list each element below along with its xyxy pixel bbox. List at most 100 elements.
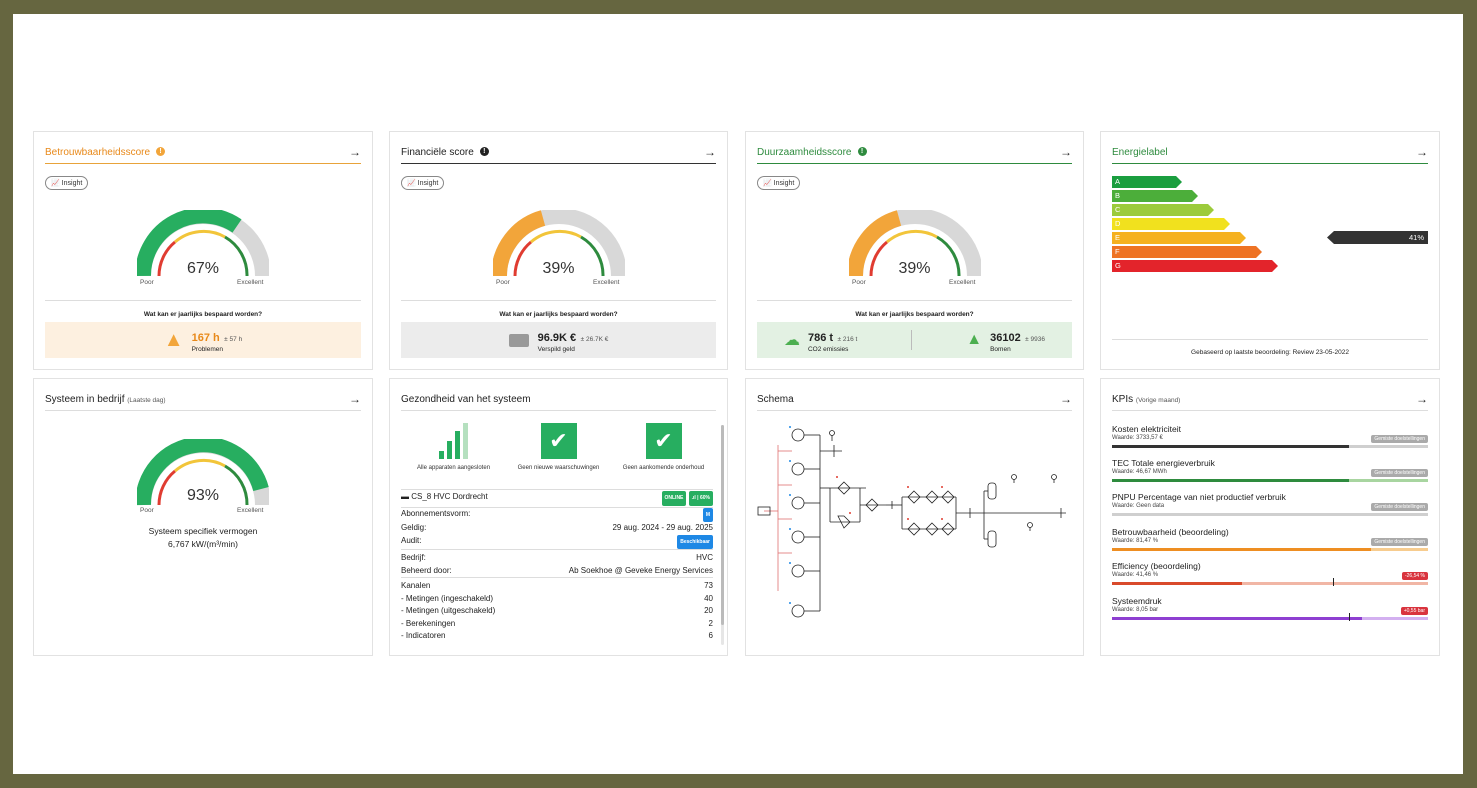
divider <box>911 330 913 350</box>
gauge-percent: 39% <box>898 260 931 277</box>
company-label: Bedrijf: <box>401 553 426 562</box>
managed-value: Ab Soekhoe @ Geveke Energy Services <box>568 565 713 575</box>
audit-badge[interactable]: Beschikbaar <box>677 534 713 549</box>
schema-title: Schema <box>757 393 794 405</box>
measurements-off-row: - Metingen (uitgeschakeld) 20 <box>401 605 713 618</box>
target-marker-icon <box>1333 578 1335 586</box>
schema-header: Schema → <box>757 388 1072 411</box>
gauge-percent: 67% <box>186 260 220 277</box>
warning-icon: ▲ <box>163 328 184 351</box>
gauge-poor-label: Poor <box>496 279 510 286</box>
arrow-right-icon[interactable]: → <box>1060 392 1072 406</box>
kpis-header: KPIs (Vorige maand) → <box>1112 388 1428 411</box>
kpis-period: (Vorige maand) <box>1135 396 1181 404</box>
calculations-label: - Berekeningen <box>401 618 456 628</box>
savings-question: Wat kan er jaarlijks bespaard worden? <box>855 311 974 318</box>
divider <box>1112 339 1428 340</box>
system-card: Systeem in bedrijf (Laatste dag) → 93% P… <box>33 378 373 656</box>
kpi-item[interactable]: Kosten elektriciteit Waarde: 3733,57 € G… <box>1112 424 1428 454</box>
check-warnings: ✔ Geen nieuwe waarschuwingen <box>509 423 609 479</box>
energy-label-a: A <box>1112 176 1182 188</box>
kpi-name: PNPU Percentage van niet productief verb… <box>1112 492 1286 502</box>
financial-title: Financiële score <box>401 146 474 158</box>
savings-box: ☁ 786 t ± 216 t CO2 emissies ▲ 36102 ± 9… <box>757 322 1072 358</box>
arrow-right-icon[interactable]: → <box>1416 392 1428 406</box>
insight-button[interactable]: 📈 Insight <box>757 176 801 190</box>
tree-icon: ▲ <box>966 331 983 348</box>
energy-label-f: F <box>1112 246 1262 258</box>
info-icon[interactable]: ! <box>156 147 166 157</box>
kpi-name: Efficiency (beoordeling) <box>1112 561 1201 571</box>
company-value: HVC <box>696 553 713 562</box>
arrow-right-icon[interactable]: → <box>349 145 361 159</box>
trees-value: 36102 <box>990 331 1021 344</box>
signal-value: 60% <box>699 495 710 501</box>
indicators-label: - Indicatoren <box>401 631 446 640</box>
energy-header: Energielabel → <box>1112 141 1428 164</box>
kpi-item[interactable]: Betrouwbaarheid (beoordeling) Waarde: 81… <box>1112 527 1428 557</box>
valid-row: Geldig: 29 aug. 2024 - 29 aug. 2025 <box>401 522 713 535</box>
savings-value: 96.9K € <box>537 331 577 344</box>
arrow-right-icon[interactable]: → <box>349 392 361 406</box>
savings-pm: ± 57 h <box>224 335 243 343</box>
check-label: Geen nieuwe waarschuwingen <box>517 465 600 471</box>
gauge-excellent-label: Excellent <box>593 279 620 286</box>
info-icon[interactable]: ! <box>479 147 489 157</box>
energy-title: Energielabel <box>1112 146 1168 158</box>
audit-label: Audit: <box>401 535 422 545</box>
co2-block: ☁ 786 t ± 216 t CO2 emissies <box>784 328 857 353</box>
kpi-fill <box>1112 582 1242 585</box>
check-label: Geen aankomende onderhoud <box>622 465 705 471</box>
kpi-item[interactable]: TEC Totale energieverbruik Waarde: 46,67… <box>1112 458 1428 488</box>
audit-row: Audit: Beschikbaar <box>401 534 713 550</box>
site-row: ▬ CS_8 HVC Dordrecht ONLINE .ıl | 60% <box>401 489 713 508</box>
kpi-track <box>1112 613 1428 621</box>
reliability-card: Betrouwbaarheidsscore! → 📈 Insight 67% P… <box>33 131 373 370</box>
arrow-right-icon[interactable]: → <box>704 145 716 159</box>
arrow-right-icon[interactable]: → <box>1060 145 1072 159</box>
channels-value: 73 <box>704 581 713 590</box>
gauge-poor-label: Poor <box>140 279 154 286</box>
health-details: ▬ CS_8 HVC Dordrecht ONLINE .ıl | 60% Ab… <box>401 489 713 643</box>
calculations-row: - Berekeningen 2 <box>401 618 713 631</box>
gauge-excellent-label: Excellent <box>237 507 264 514</box>
energy-marker: 41% <box>1327 231 1428 244</box>
gauge-percent: 93% <box>186 487 220 504</box>
divider <box>757 300 1072 301</box>
measurements-off-value: 20 <box>704 606 713 615</box>
signal-badge: .ıl | 60% <box>688 491 713 506</box>
kpi-item[interactable]: Efficiency (beoordeling) Waarde: 41,46 %… <box>1112 561 1428 591</box>
sustainability-card: Duurzaamheidsscore! → 📈 Insight 39% Poor… <box>745 131 1084 370</box>
measurements-off-label: - Metingen (uitgeschakeld) <box>401 606 496 615</box>
kpi-item[interactable]: Systeemdruk Waarde: 8,05 bar +0,55 bar <box>1112 596 1428 626</box>
sustainability-title: Duurzaamheidsscore <box>757 146 852 158</box>
schema-diagram[interactable] <box>756 421 1076 641</box>
compressor-icon: ▬ <box>401 492 409 501</box>
reliability-title: Betrouwbaarheidsscore <box>45 146 151 158</box>
managed-row: Beheerd door: Ab Soekhoe @ Geveke Energy … <box>401 565 713 578</box>
system-header: Systeem in bedrijf (Laatste dag) → <box>45 388 361 411</box>
savings-sub: Problemen <box>191 345 224 353</box>
kpi-fill <box>1112 445 1349 448</box>
trees-block: ▲ 36102 ± 9936 Bomen <box>966 328 1045 353</box>
co2-pm: ± 216 t <box>837 335 858 343</box>
savings-question: Wat kan er jaarlijks bespaard worden? <box>143 311 263 318</box>
insight-button[interactable]: 📈 Insight <box>401 176 445 190</box>
channels-row: Kanalen 73 <box>401 580 713 593</box>
savings-sub: Verspild geld <box>537 345 575 353</box>
energy-marker-value: 41% <box>1408 233 1424 242</box>
scrollbar[interactable] <box>721 425 724 645</box>
kpi-track <box>1112 578 1428 586</box>
insight-button[interactable]: 📈 Insight <box>45 176 89 190</box>
system-period: (Laatste dag) <box>127 396 166 404</box>
info-icon[interactable]: ! <box>857 147 867 157</box>
kpi-item[interactable]: PNPU Percentage van niet productief verb… <box>1112 492 1428 522</box>
kpis-title: KPIs <box>1112 393 1134 405</box>
cloud-icon: ☁ <box>783 332 800 349</box>
subscription-label: Abonnementsvorm: <box>401 508 471 518</box>
energy-label-b: B <box>1112 190 1198 202</box>
arrow-right-icon[interactable]: → <box>1416 145 1428 159</box>
energy-label-c: C <box>1112 204 1214 216</box>
kpi-value: Waarde: 41,46 % <box>1112 572 1159 578</box>
kpi-badge: Gemiste doelstellingen <box>1371 435 1428 443</box>
